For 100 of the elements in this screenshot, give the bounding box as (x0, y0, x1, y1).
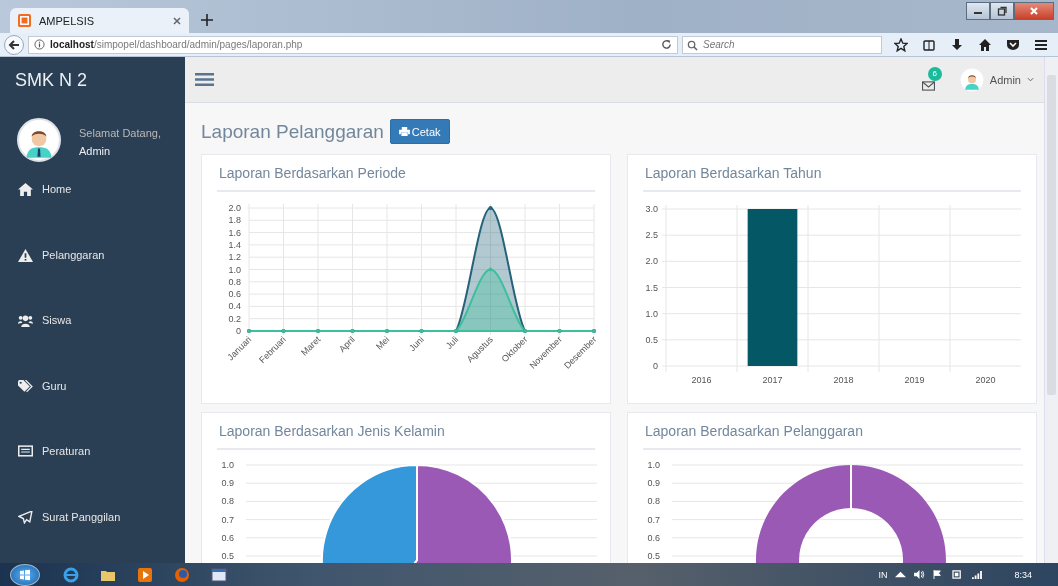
restore-button[interactable] (990, 2, 1014, 20)
sidebar-item[interactable]: Siswa (0, 298, 185, 364)
url-text: localhost/simpopel/dashboard/admin/pages/laporan.php (50, 39, 304, 50)
axis-tick-label: 2017 (762, 375, 783, 385)
axis-tick-label: 0.6 (221, 532, 234, 543)
media-player-icon[interactable] (137, 566, 153, 583)
sidebar-item[interactable]: Peraturan (0, 429, 185, 495)
notification-badge: 6 (927, 66, 942, 81)
reload-icon[interactable] (661, 39, 672, 50)
info-icon[interactable] (34, 39, 45, 50)
bookmark-star-icon[interactable] (894, 37, 908, 52)
search-icon (687, 39, 698, 51)
language-indicator[interactable]: IN (878, 569, 888, 580)
window-app-icon[interactable] (211, 566, 227, 583)
sidebar-item[interactable]: Surat Panggilan (0, 494, 185, 560)
card-title: Laporan Berdasarkan Periode (219, 164, 406, 181)
back-button[interactable] (4, 34, 24, 55)
axis-tick-label: 0.6 (228, 289, 241, 300)
axis-tick-label: 1.0 (221, 460, 234, 470)
axis-tick-label: Juli (443, 334, 461, 351)
axis-tick-label: 3.0 (645, 204, 658, 214)
axis-tick-label: 2.0 (645, 256, 658, 267)
tags-icon (18, 379, 33, 393)
volume-icon[interactable] (914, 570, 926, 579)
minimize-button[interactable] (966, 2, 990, 20)
card-title: Laporan Berdasarkan Tahun (645, 164, 822, 181)
axis-tick-label: 2.0 (228, 203, 241, 213)
page-title: Laporan Pelanggaran (201, 120, 384, 143)
signal-icon[interactable] (971, 570, 983, 579)
sidebar-item[interactable]: Home (0, 167, 185, 233)
axis-tick-label: 0.5 (647, 551, 660, 561)
axis-tick-label: 1.2 (228, 252, 241, 263)
axis-tick-label: 0.4 (228, 301, 241, 312)
axis-tick-label: 0.9 (221, 478, 234, 489)
axis-tick-label: 1.4 (228, 239, 241, 250)
show-hidden-icon[interactable] (895, 570, 907, 579)
brand-title[interactable]: SMK N 2 (0, 57, 185, 103)
restore-icon (997, 6, 1007, 16)
user-name: Admin (79, 145, 112, 157)
sidebar-item[interactable]: Pelanggaran (0, 232, 185, 298)
avatar-icon (959, 67, 984, 92)
axis-tick-label: 2.5 (645, 230, 658, 241)
greeting-text: Selamat Datang, (79, 127, 161, 139)
download-icon[interactable] (950, 37, 964, 52)
axis-tick-label: 1.6 (228, 227, 241, 238)
search-field[interactable]: Search (682, 35, 882, 54)
clock-text[interactable]: 8:34 (1014, 569, 1032, 580)
new-tab-icon[interactable] (201, 14, 213, 26)
close-button[interactable] (1014, 2, 1054, 20)
close-icon[interactable] (173, 16, 181, 25)
axis-tick-label: 1.8 (228, 215, 241, 226)
sidebar-item[interactable]: Guru (0, 363, 185, 429)
axis-tick-label: Mei (374, 334, 392, 352)
axis-tick-label: 0.5 (645, 334, 658, 345)
axis-tick-label: 0.8 (228, 276, 241, 287)
home-icon[interactable] (978, 37, 992, 52)
axis-tick-label: 2016 (691, 375, 712, 385)
close-icon (1029, 6, 1039, 16)
axis-tick-label: 0.7 (647, 514, 660, 525)
data-point (488, 206, 493, 210)
axis-tick-label: 2020 (975, 375, 996, 385)
axis-tick-label: 0.2 (228, 313, 241, 324)
browser-e-icon[interactable] (63, 566, 79, 583)
axis-tick-label: 0.5 (221, 551, 234, 561)
envelope-icon (921, 80, 935, 91)
axis-tick-label: 0 (236, 326, 241, 336)
axis-tick-label: 0.8 (221, 496, 234, 507)
axis-tick-label: 1.0 (645, 308, 658, 319)
axis-tick-label: 2018 (833, 375, 854, 385)
avatar-icon (17, 118, 61, 162)
reader-view-icon[interactable] (922, 37, 936, 52)
printer-icon (398, 127, 410, 136)
axis-tick-label: 1.0 (647, 460, 660, 470)
monitor-icon (18, 445, 33, 458)
users-icon (18, 314, 33, 327)
axis-tick-label: Juni (407, 334, 426, 354)
axis-tick-label: 0.9 (647, 478, 660, 489)
user-menu[interactable]: Admin (959, 67, 1034, 92)
data-point (488, 267, 493, 272)
windows-logo-icon (19, 568, 31, 581)
menu-icon[interactable] (1034, 37, 1048, 52)
back-arrow-icon (8, 38, 20, 51)
warning-icon (18, 248, 33, 262)
address-bar[interactable]: localhost/simpopel/dashboard/admin/pages/laporan.php (28, 35, 678, 54)
app-logo-icon (18, 14, 31, 27)
paper-plane-icon (18, 510, 33, 524)
card-title: Laporan Berdasarkan Pelanggaran (645, 422, 863, 439)
start-button[interactable] (10, 563, 40, 586)
chevron-down-icon (1027, 77, 1034, 82)
print-button[interactable]: Cetak (389, 119, 450, 144)
card-title: Laporan Berdasarkan Jenis Kelamin (219, 422, 445, 439)
pocket-icon[interactable] (1006, 37, 1020, 52)
axis-tick-label: 0.6 (647, 532, 660, 543)
scrollbar[interactable] (1044, 57, 1058, 563)
home-icon (18, 183, 33, 196)
axis-tick-label: 1.5 (645, 282, 658, 293)
axis-tick-label: 2019 (904, 375, 925, 385)
axis-tick-label: 0.8 (647, 496, 660, 507)
browser-tab[interactable]: AMPELSIS (10, 8, 189, 33)
axis-tick-label: 0.7 (221, 514, 234, 525)
